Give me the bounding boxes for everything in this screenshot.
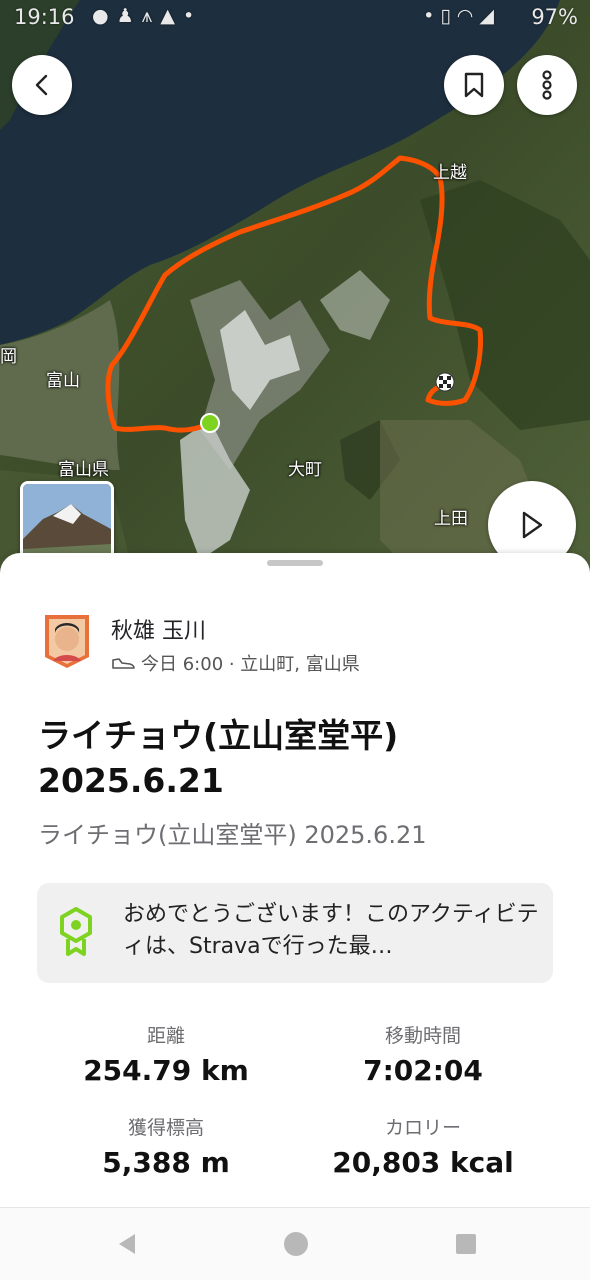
signal-icon: ◢ — [479, 5, 500, 27]
nav-back-icon[interactable] — [115, 1232, 139, 1256]
achievement-text: おめでとうございます！このアクティビティは、Stravaで行った最… — [123, 902, 539, 959]
stat-label: 獲得標高 — [127, 1117, 204, 1139]
activity-description: ライチョウ(立山室堂平) 2025.6.21 — [38, 821, 427, 849]
activity-meta: 今日 6:00 · 立山町, 富山県 — [111, 650, 360, 676]
more-options-button[interactable] — [517, 55, 577, 115]
bookmark-icon — [464, 72, 484, 98]
system-icons: •▯◠◢ — [423, 5, 500, 27]
more-vertical-icon — [542, 70, 552, 100]
stat-label: 移動時間 — [384, 1025, 461, 1047]
map-label-toyama: 富山 — [46, 371, 80, 391]
bookmark-button[interactable] — [444, 55, 504, 115]
stat-value: 7:02:04 — [363, 1054, 483, 1087]
back-button[interactable] — [12, 55, 72, 115]
stat-value: 20,803 kcal — [332, 1146, 514, 1179]
system-navigation-bar — [0, 1207, 590, 1280]
activity-meta-text: 今日 6:00 · 立山町, 富山県 — [141, 654, 360, 675]
nav-home-icon[interactable] — [283, 1231, 309, 1257]
avatar[interactable] — [41, 613, 93, 669]
person-icon: ♟ — [116, 5, 142, 27]
sheet-drag-handle[interactable] — [267, 560, 323, 566]
stat-moving-time: 移動時間 7:02:04 — [298, 1021, 548, 1087]
stat-label: カロリー — [384, 1117, 461, 1139]
achievement-badge-icon — [60, 907, 92, 956]
stat-value: 5,388 m — [102, 1146, 230, 1179]
map-label-omachi: 大町 — [288, 460, 322, 480]
stat-calories: カロリー 20,803 kcal — [298, 1113, 548, 1179]
stat-label: 距離 — [146, 1025, 185, 1047]
athlete-avatar-icon — [45, 615, 89, 668]
notification-icon: ● — [92, 5, 117, 27]
dot-icon: • — [182, 5, 203, 27]
map-label-oka: 岡 — [0, 347, 17, 367]
map-label-ueda: 上田 — [434, 509, 468, 529]
activity-detail-sheet: 秋雄 玉川 今日 6:00 · 立山町, 富山県 ライチョウ(立山室堂平) 20… — [0, 553, 590, 1207]
play-icon — [522, 511, 543, 539]
status-bar: 19:16 ●♟⩚▲• •▯◠◢ 97% — [0, 0, 590, 38]
finish-marker — [435, 372, 455, 392]
start-marker — [200, 413, 220, 433]
athlete-name[interactable]: 秋雄 玉川 — [111, 613, 206, 645]
shoe-icon — [112, 658, 135, 669]
status-time: 19:16 — [14, 5, 75, 29]
stat-distance: 距離 254.79 km — [41, 1021, 291, 1087]
activity-title: ライチョウ(立山室堂平) 2025.6.21 — [38, 716, 399, 800]
route-map[interactable]: 上越 富山 富山県 大町 上田 岡 19:16 ●♟⩚▲• •▯◠◢ 97% — [0, 0, 590, 600]
map-label-toyama-pref: 富山県 — [58, 460, 109, 480]
nav-recents-icon[interactable] — [455, 1233, 477, 1255]
mountain-photo — [23, 484, 111, 564]
vibrate-icon: ▯ — [440, 5, 457, 27]
stat-elevation-gain: 獲得標高 5,388 m — [41, 1113, 291, 1179]
achievement-banner[interactable]: おめでとうございます！このアクティビティは、Stravaで行った最… — [37, 883, 553, 983]
chevron-left-icon — [35, 74, 48, 96]
notification-icons: ●♟⩚▲• — [92, 5, 202, 27]
stat-value: 254.79 km — [83, 1054, 249, 1087]
battery-level: 97% — [531, 5, 578, 29]
alert-icon: ▲ — [160, 5, 183, 27]
dot-icon: • — [423, 5, 441, 27]
wifi-icon: ◠ — [456, 5, 480, 27]
navigation-icon: ⩚ — [141, 5, 161, 27]
map-label-joetsu: 上越 — [433, 163, 467, 183]
